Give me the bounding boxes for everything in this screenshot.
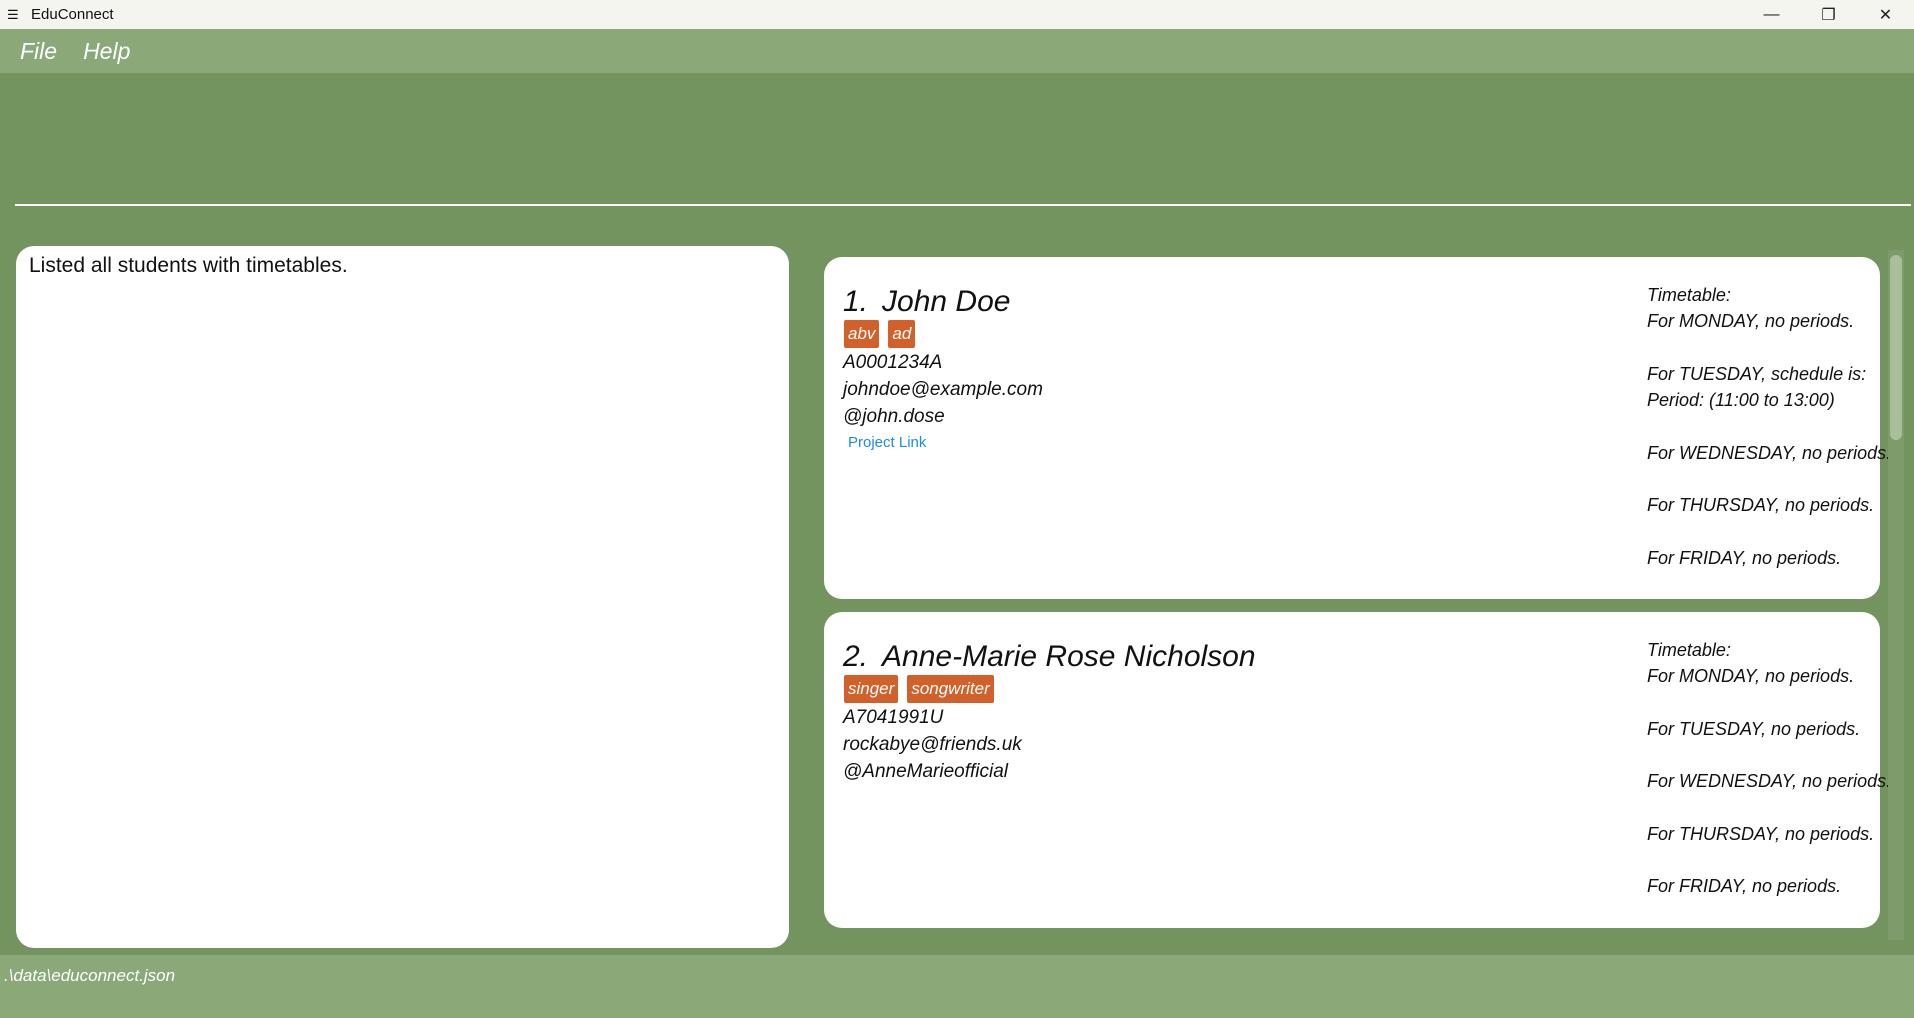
timetable-entry: For WEDNESDAY, no periods. [1647, 443, 1892, 463]
timetable-entry: For FRIDAY, no periods. [1647, 548, 1842, 568]
timetable-label: Timetable: [1647, 640, 1731, 660]
student-id: A7041991U [843, 707, 944, 728]
student-handle: @john.dose [843, 406, 945, 427]
result-display: Listed all students with timetables. [16, 246, 789, 948]
timetable-entry: For MONDAY, no periods. [1647, 311, 1855, 331]
student-name-heading: 2. Anne-Marie Rose Nicholson [843, 640, 1256, 674]
tag: singer [844, 675, 899, 703]
student-id: A0001234A [843, 352, 943, 373]
scrollbar-thumb[interactable] [1890, 255, 1902, 440]
tag: ad [888, 320, 916, 348]
student-email: johndoe@example.com [843, 379, 1043, 400]
project-link[interactable]: Project Link [848, 434, 926, 451]
student-card[interactable]: 1. John Doe abv ad A0001234A johndoe@exam… [824, 257, 1891, 599]
student-email: rockabye@friends.uk [843, 734, 1022, 755]
menu-bar: File Help [0, 29, 1914, 73]
tag-list: abv ad [844, 320, 916, 348]
timetable-label: Timetable: [1647, 285, 1731, 305]
timetable-entry: For THURSDAY, no periods. [1647, 824, 1875, 844]
timetable-entry: For MONDAY, no periods. [1647, 666, 1855, 686]
menu-help[interactable]: Help [83, 38, 130, 65]
tag-list: singer songwriter [844, 675, 994, 703]
command-box [0, 73, 1914, 243]
minimize-button[interactable]: — [1743, 0, 1800, 29]
timetable-entry: Period: (11:00 to 13:00) [1647, 390, 1835, 410]
menu-file[interactable]: File [20, 38, 57, 65]
student-handle: @AnneMarieofficial [843, 761, 1009, 782]
student-name: Anne-Marie Rose Nicholson [882, 640, 1256, 673]
student-name: John Doe [882, 285, 1011, 318]
student-name-heading: 1. John Doe [843, 285, 1010, 319]
window-controls: — ❐ ✕ [1743, 0, 1914, 29]
student-index: 1. [843, 285, 869, 318]
student-card[interactable]: 2. Anne-Marie Rose Nicholson singer songw… [824, 612, 1891, 928]
close-button[interactable]: ✕ [1857, 0, 1914, 29]
timetable-entry: For FRIDAY, no periods. [1647, 876, 1842, 896]
window-title: EduConnect [31, 6, 114, 23]
data-file-path: .\data\educonnect.json [4, 966, 176, 985]
title-bar: ☰ EduConnect — ❐ ✕ [0, 0, 1914, 29]
tag: abv [844, 320, 880, 348]
status-bar: .\data\educonnect.json [0, 955, 1914, 1018]
app-icon: ☰ [7, 6, 19, 22]
timetable-entry: For TUESDAY, no periods. [1647, 719, 1861, 739]
timetable-entry: For TUESDAY, schedule is: [1647, 364, 1867, 384]
command-input[interactable] [15, 168, 1911, 206]
student-list: 1. John Doe abv ad A0001234A johndoe@exam… [820, 250, 1891, 940]
restore-button[interactable]: ❐ [1800, 0, 1857, 29]
student-index: 2. [843, 640, 869, 673]
timetable-entry: For WEDNESDAY, no periods. [1647, 771, 1892, 791]
timetable-entry: For THURSDAY, no periods. [1647, 495, 1875, 515]
result-message: Listed all students with timetables. [29, 254, 348, 277]
tag: songwriter [907, 675, 994, 703]
